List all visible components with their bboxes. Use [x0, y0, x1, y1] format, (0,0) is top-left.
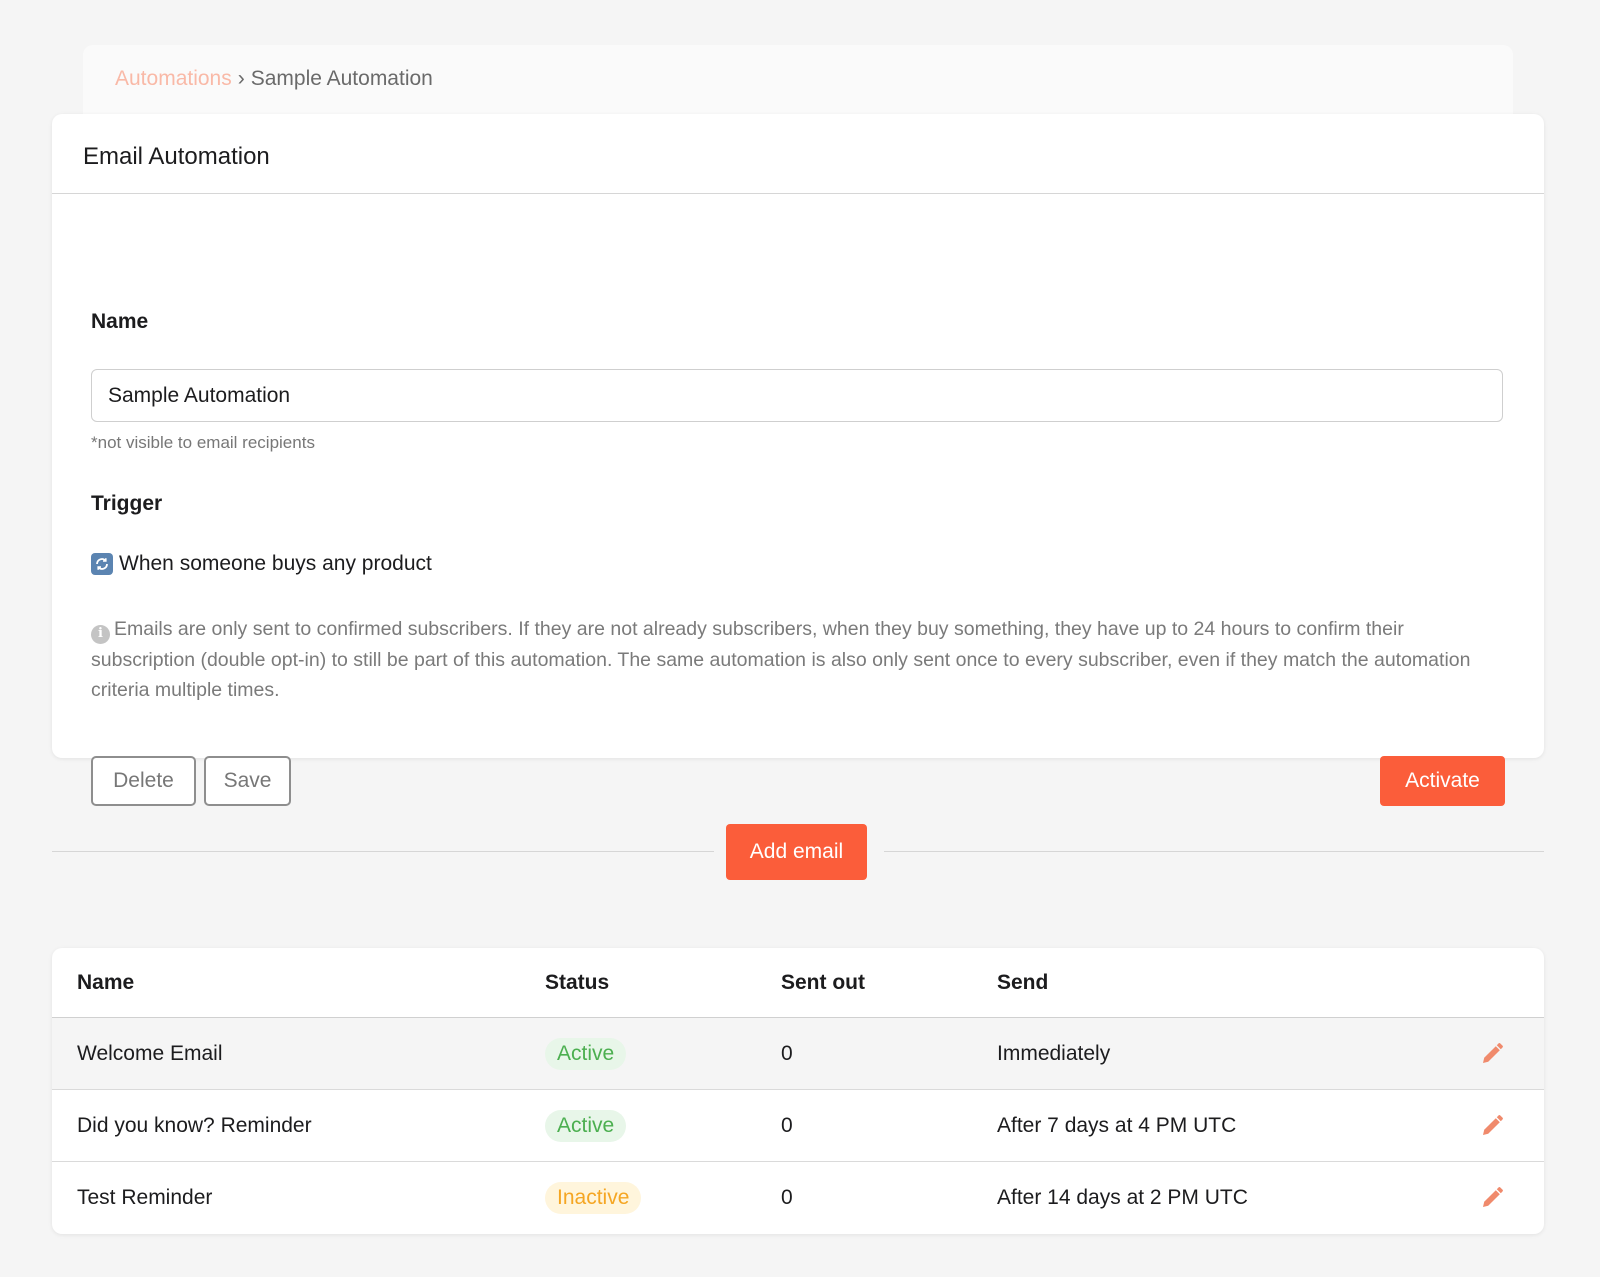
add-email-button[interactable]: Add email — [726, 824, 867, 880]
breadcrumb-link-automations[interactable]: Automations — [115, 67, 232, 90]
info-icon: i — [91, 624, 110, 644]
column-header-send: Send — [997, 970, 1049, 994]
emails-table: Name Status Sent out Send Welcome Email … — [52, 948, 1544, 1234]
send-schedule: Immediately — [997, 1041, 1111, 1065]
column-header-name: Name — [77, 970, 135, 994]
save-button[interactable]: Save — [204, 756, 291, 806]
sent-out-count: 0 — [781, 1113, 793, 1137]
status-badge: Inactive — [545, 1182, 642, 1214]
sent-out-count: 0 — [781, 1041, 793, 1065]
status-badge: Active — [545, 1109, 627, 1142]
pencil-icon[interactable] — [1480, 1186, 1504, 1216]
table-header: Name Status Sent out Send — [52, 948, 1544, 1018]
table-row[interactable]: Welcome Email Active 0 Immediately — [52, 1018, 1544, 1090]
breadcrumb: Automations › Sample Automation — [83, 45, 1513, 125]
table-row[interactable]: Did you know? Reminder Active 0 After 7 … — [52, 1090, 1544, 1162]
info-text: Emails are only sent to confirmed subscr… — [91, 618, 1471, 701]
name-input[interactable] — [91, 369, 1503, 422]
pencil-icon[interactable] — [1480, 1114, 1504, 1144]
breadcrumb-current: Sample Automation — [250, 67, 433, 90]
column-header-sent-out: Sent out — [781, 970, 865, 994]
name-label: Name — [91, 310, 149, 333]
trigger-label: Trigger — [91, 492, 163, 515]
delete-button[interactable]: Delete — [91, 756, 196, 806]
add-email-wrapper: Add email — [714, 824, 884, 880]
pencil-icon[interactable] — [1480, 1042, 1504, 1072]
column-header-status: Status — [545, 970, 610, 994]
refresh-icon — [91, 553, 113, 575]
automation-card: Email Automation Name *not visible to em… — [52, 114, 1544, 806]
send-schedule: After 7 days at 4 PM UTC — [997, 1113, 1237, 1137]
email-name: Welcome Email — [77, 1041, 223, 1065]
name-hint: *not visible to email recipients — [91, 433, 315, 452]
table-row[interactable]: Test Reminder Inactive 0 After 14 days a… — [52, 1162, 1544, 1234]
activate-button[interactable]: Activate — [1380, 756, 1505, 806]
email-name: Did you know? Reminder — [77, 1113, 312, 1137]
sent-out-count: 0 — [781, 1186, 793, 1209]
send-schedule: After 14 days at 2 PM UTC — [997, 1186, 1248, 1209]
status-badge: Active — [545, 1037, 627, 1070]
trigger-text: When someone buys any product — [119, 552, 432, 575]
breadcrumb-separator: › — [237, 67, 245, 90]
email-name: Test Reminder — [77, 1186, 213, 1209]
info-notice: i Emails are only sent to confirmed subsc… — [91, 614, 1511, 706]
trigger-row: When someone buys any product — [91, 552, 432, 576]
card-title: Email Automation — [52, 114, 1544, 194]
